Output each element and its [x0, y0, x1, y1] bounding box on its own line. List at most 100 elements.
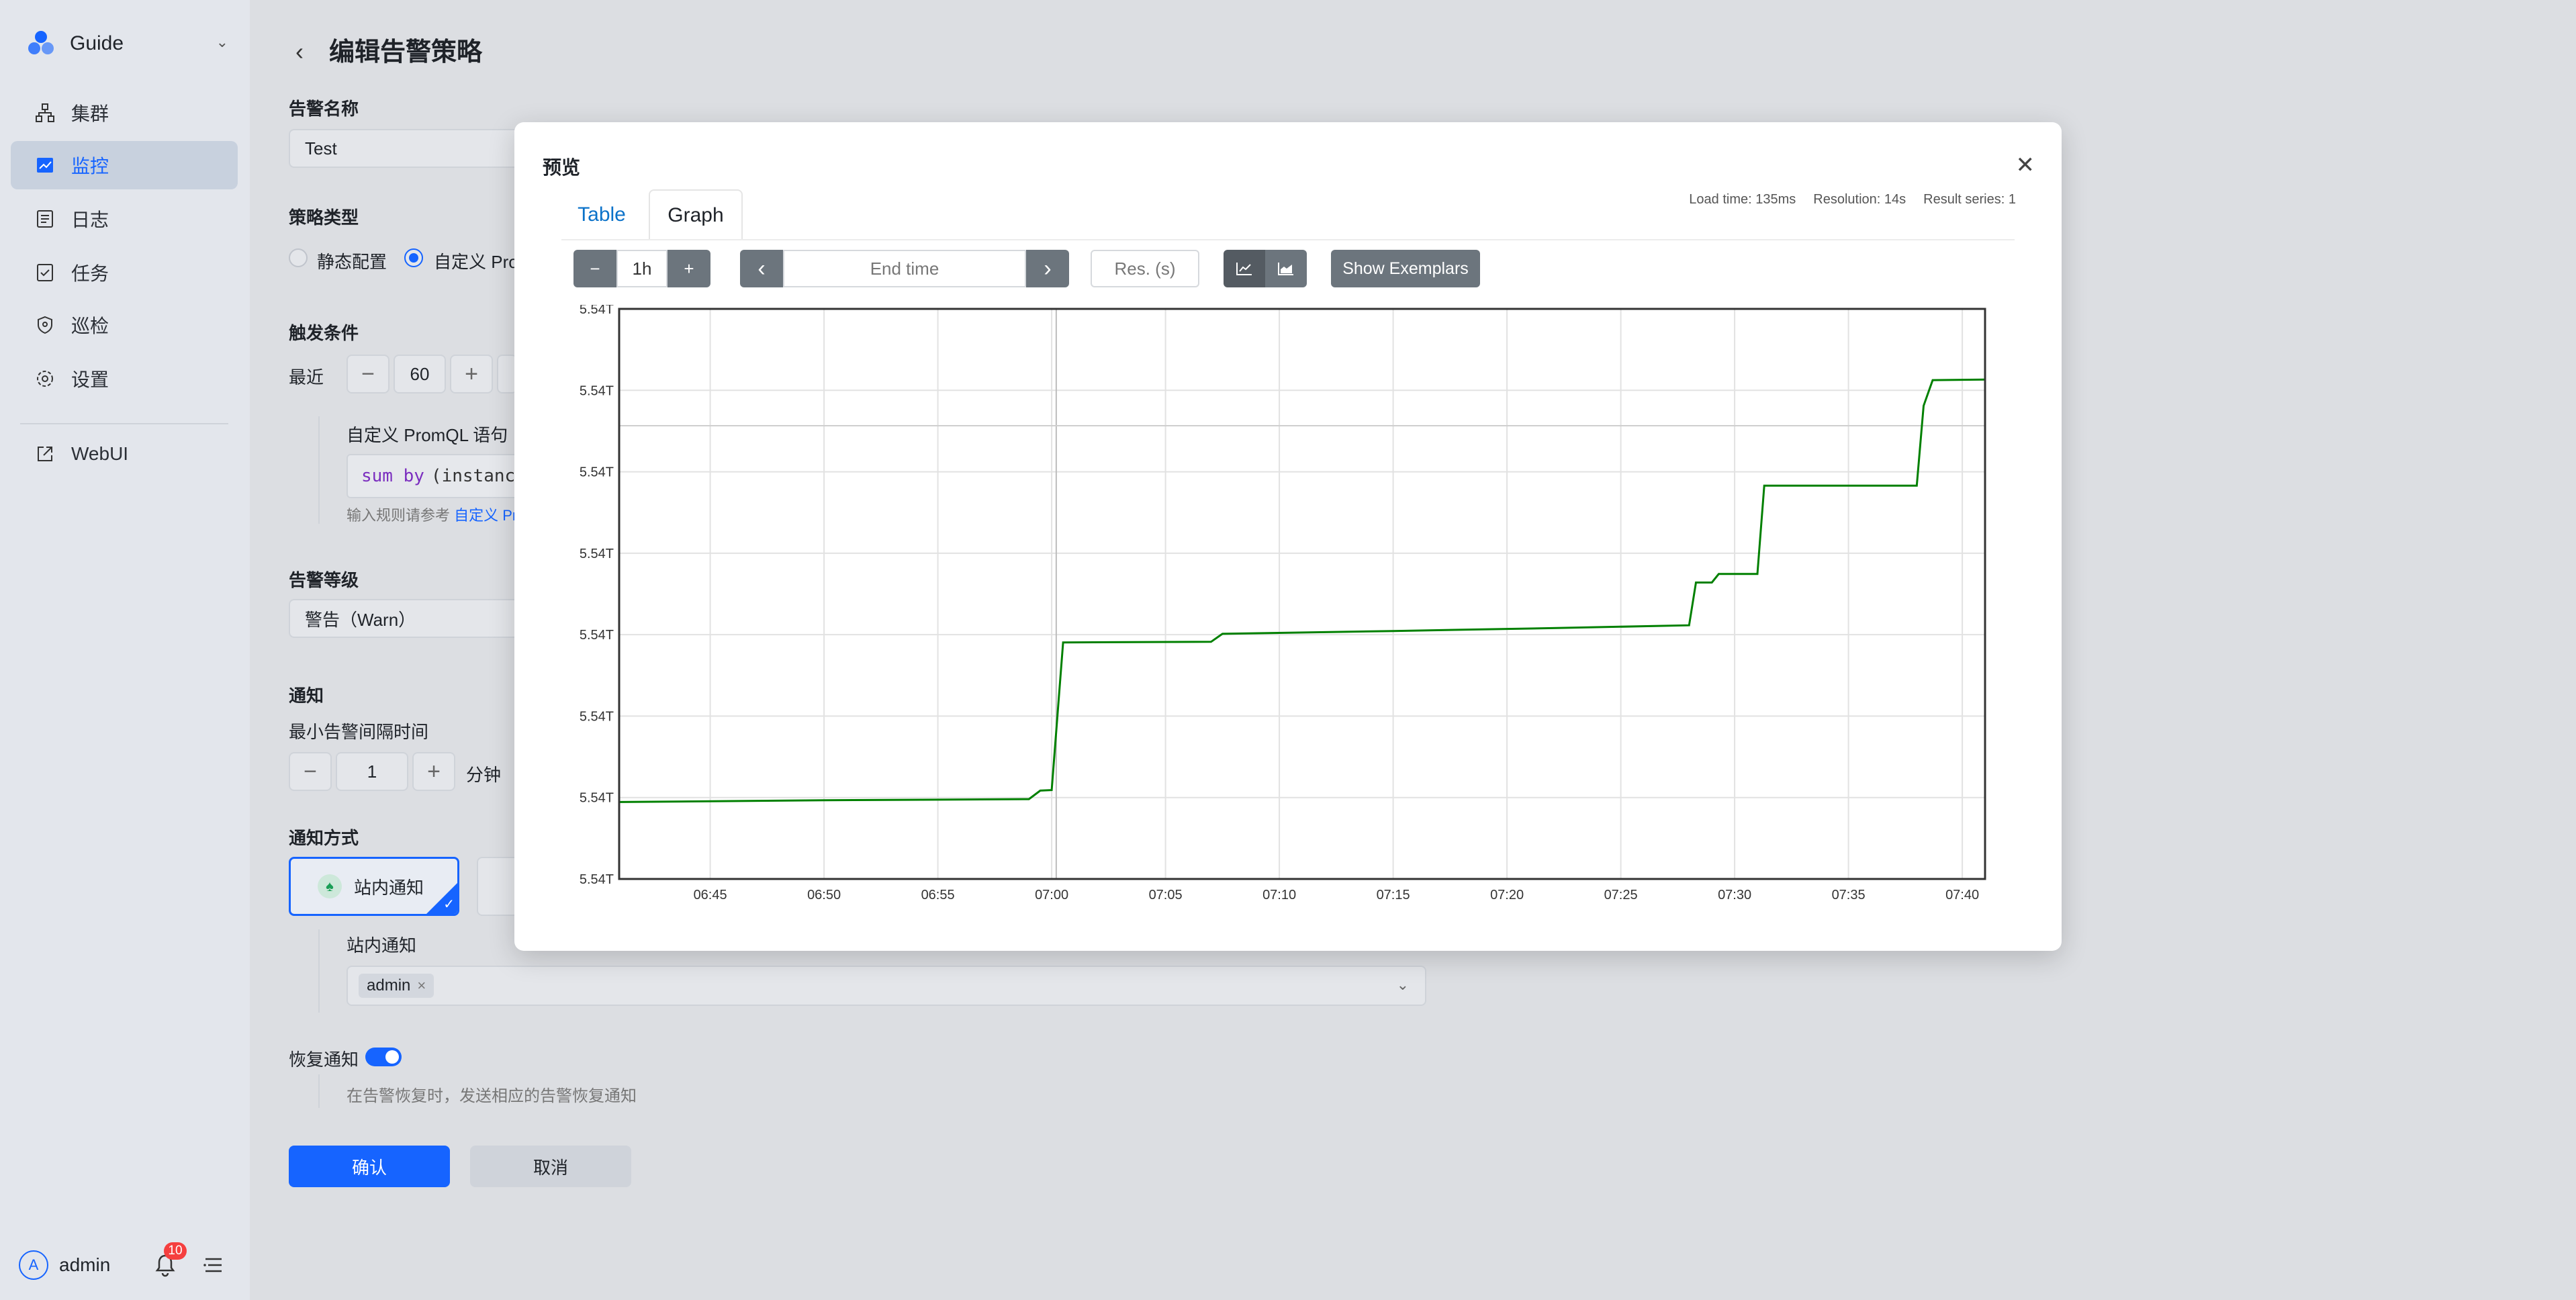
end-time-input[interactable]: End time: [783, 250, 1026, 287]
bell-icon: ♠: [318, 874, 342, 898]
recent-decrement-button[interactable]: −: [347, 355, 389, 393]
radio-custom-label: 自定义 Pro: [434, 252, 518, 272]
show-exemplars-button[interactable]: Show Exemplars: [1331, 250, 1480, 287]
sidebar-item-settings[interactable]: 设置: [11, 355, 238, 403]
recent-label: 最近: [289, 367, 324, 387]
x-tick-label: 06:45: [694, 888, 727, 902]
stacked-chart-button[interactable]: [1265, 250, 1307, 287]
level-select[interactable]: 警告（Warn）: [289, 599, 531, 638]
sidebar-item-label: 任务: [71, 263, 109, 284]
recover-hint: 在告警恢复时，发送相应的告警恢复通知: [347, 1087, 637, 1105]
menu-icon[interactable]: [201, 1253, 226, 1277]
sidebar-item-webui[interactable]: WebUI: [11, 430, 238, 478]
modal-title: 预览: [543, 157, 581, 178]
interval-increment-button[interactable]: +: [412, 752, 455, 791]
sidebar-item-logs[interactable]: 日志: [11, 195, 238, 243]
time-forward-button[interactable]: ›: [1026, 250, 1069, 287]
alert-name-label: 告警名称: [289, 99, 359, 119]
x-tick-label: 07:05: [1149, 888, 1183, 902]
recover-toggle[interactable]: [365, 1048, 402, 1066]
level-label: 告警等级: [289, 570, 359, 590]
resolution: Resolution: 14s: [1813, 192, 1906, 207]
recipient-tag: admin ×: [359, 974, 434, 998]
external-link-icon: [38, 447, 52, 461]
recent-increment-button[interactable]: +: [450, 355, 493, 393]
sidebar-item-monitor[interactable]: 监控: [11, 141, 238, 189]
promql-editor[interactable]: sum by (instanc: [347, 454, 521, 498]
method-other-card[interactable]: [477, 857, 517, 916]
tab-divider: [561, 239, 2015, 240]
back-icon[interactable]: ‹: [295, 38, 304, 66]
promql-hint: 输入规则请参考 自定义 Pr: [347, 504, 517, 525]
policy-type-label: 策略类型: [289, 207, 359, 228]
interval-input[interactable]: 1: [336, 752, 408, 791]
promql-label: 自定义 PromQL 语句: [347, 425, 508, 445]
promql-hint-link[interactable]: 自定义 Pr: [454, 507, 517, 524]
x-tick-label: 07:15: [1377, 888, 1410, 902]
sidebar-item-label: WebUI: [71, 443, 129, 464]
line-chart-button[interactable]: [1224, 250, 1265, 287]
sidebar-item-label: 监控: [71, 156, 109, 177]
check-icon: ✓: [443, 897, 455, 912]
page-title: 编辑告警策略: [329, 38, 483, 66]
chevron-down-icon: ⌄: [216, 34, 228, 50]
range-increment-button[interactable]: +: [668, 250, 710, 287]
y-tick-label: 5.54T: [580, 872, 614, 887]
close-icon[interactable]: ×: [417, 977, 426, 994]
line-chart-icon: [1236, 263, 1252, 275]
promql-keyword: sum by: [361, 466, 424, 486]
site-recipient-label: 站内通知: [347, 935, 417, 956]
notification-badge: 10: [164, 1242, 187, 1260]
brand-switcher[interactable]: Guide ⌄: [27, 28, 228, 59]
interval-decrement-button[interactable]: −: [289, 752, 332, 791]
y-tick-label: 5.54T: [580, 383, 614, 398]
user-name: admin: [59, 1254, 111, 1275]
avatar: A: [19, 1250, 48, 1280]
brand-name: Guide: [70, 32, 124, 54]
x-tick-label: 07:30: [1718, 888, 1751, 902]
shield-icon: [38, 316, 52, 334]
method-label: 通知方式: [289, 828, 359, 848]
sidebar-divider: [20, 423, 228, 424]
radio-static[interactable]: [289, 248, 308, 267]
site-recipient-select[interactable]: admin × ⌄: [347, 966, 1426, 1006]
alert-name-input[interactable]: Test: [289, 129, 531, 168]
tab-graph[interactable]: Graph: [649, 189, 743, 240]
user-menu[interactable]: A admin: [19, 1250, 110, 1280]
promql-hint-text: 输入规则请参考: [347, 507, 451, 524]
x-tick-label: 07:35: [1832, 888, 1866, 902]
range-input[interactable]: 1h: [616, 250, 668, 287]
sidebar-item-tasks[interactable]: 任务: [11, 248, 238, 297]
log-icon: [37, 210, 53, 228]
sidebar-item-label: 日志: [71, 210, 109, 230]
y-tick-label: 5.54T: [580, 709, 614, 724]
cancel-button[interactable]: 取消: [470, 1146, 631, 1187]
y-tick-label: 5.54T: [580, 628, 614, 643]
method-site-card[interactable]: ♠ 站内通知 ✓: [289, 857, 459, 916]
radio-custom[interactable]: [404, 248, 423, 267]
confirm-button[interactable]: 确认: [289, 1146, 450, 1187]
y-tick-label: 5.54T: [580, 791, 614, 806]
resolution-input[interactable]: Res. (s): [1091, 250, 1199, 287]
interval-unit: 分钟: [466, 765, 502, 785]
recent-input[interactable]: 60: [394, 355, 446, 393]
range-decrement-button[interactable]: −: [573, 250, 616, 287]
x-tick-label: 06:50: [807, 888, 841, 902]
time-back-button[interactable]: ‹: [740, 250, 783, 287]
tab-table[interactable]: Table: [555, 189, 649, 240]
query-stats: Load time: 135ms Resolution: 14s Result se…: [1671, 192, 2016, 207]
sidebar-item-inspection[interactable]: 巡检: [11, 301, 238, 349]
close-icon[interactable]: ✕: [2016, 152, 2035, 179]
area-chart-icon: [1278, 263, 1293, 275]
time-series-chart: 5.54T 5.54T 5.54T 5.54T 5.54T 5.54T 5.54T 5.54T…: [580, 305, 1986, 902]
task-icon: [37, 264, 53, 281]
sidebar-item-cluster[interactable]: 集群: [11, 89, 238, 137]
x-tick-label: 07:40: [1945, 888, 1979, 902]
sidebar-item-label: 集群: [71, 103, 109, 124]
radio-static-label: 静态配置: [317, 252, 387, 272]
x-tick-label: 07:25: [1604, 888, 1638, 902]
y-tick-label: 5.54T: [580, 465, 614, 480]
x-tick-label: 07:00: [1035, 888, 1068, 902]
x-tick-label: 06:55: [921, 888, 955, 902]
logo-icon: [28, 31, 54, 54]
